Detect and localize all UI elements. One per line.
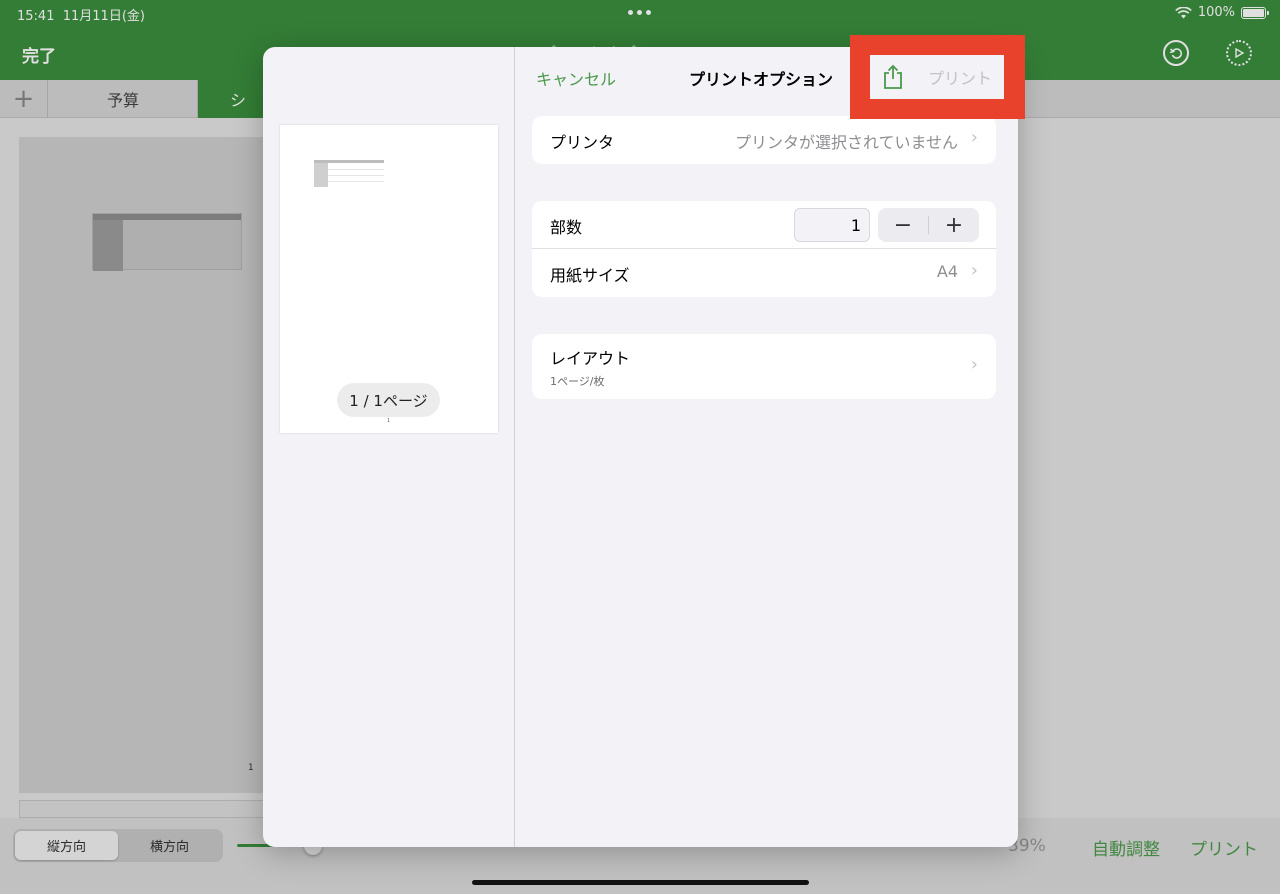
dialog-title: プリントオプション xyxy=(689,70,834,89)
paper-size-label: 用紙サイズ xyxy=(550,266,630,285)
printer-value: プリンタが選択されていません xyxy=(734,133,958,152)
increment-button[interactable]: + xyxy=(929,208,979,242)
layout-label: レイアウト xyxy=(550,349,631,368)
chevron-right-icon: › xyxy=(970,354,978,375)
page-indicator: 1 / 1ページ xyxy=(337,383,440,417)
print-preview-pane: 1 / 1ページ 1 xyxy=(263,47,515,847)
decrement-button[interactable]: − xyxy=(878,208,928,242)
home-indicator[interactable] xyxy=(472,880,809,885)
thumbnail-table xyxy=(314,160,384,187)
copies-input[interactable]: 1 xyxy=(794,208,870,242)
layout-sublabel: 1ページ/枚 xyxy=(550,375,605,388)
copies-stepper: − + xyxy=(878,208,979,242)
thumbnail-page-number: 1 xyxy=(387,418,391,424)
copies-label: 部数 xyxy=(550,218,583,237)
print-button-disabled[interactable]: プリント xyxy=(916,55,1004,99)
printer-label: プリンタ xyxy=(550,133,615,152)
chevron-right-icon: › xyxy=(970,260,978,281)
paper-size-row[interactable]: 用紙サイズ A4 › xyxy=(532,249,996,297)
cancel-button[interactable]: キャンセル xyxy=(536,66,616,90)
page-thumbnail[interactable]: 1 / 1ページ 1 xyxy=(280,125,498,433)
print-options-dialog: 1 / 1ページ 1 キャンセル プリントオプション プリンタ プリンタが選択さ… xyxy=(263,47,1018,847)
chevron-right-icon: › xyxy=(970,127,978,148)
print-settings-pane: キャンセル プリントオプション プリンタ プリンタが選択されていません › 部数… xyxy=(516,47,1018,847)
share-icon[interactable] xyxy=(870,55,916,99)
printer-row[interactable]: プリンタ プリンタが選択されていません › xyxy=(532,116,996,164)
copies-paper-group: 部数 1 − + 用紙サイズ A4 › xyxy=(532,201,996,297)
paper-size-value: A4 xyxy=(936,262,958,281)
layout-row[interactable]: レイアウト 1ページ/枚 › xyxy=(532,334,996,399)
